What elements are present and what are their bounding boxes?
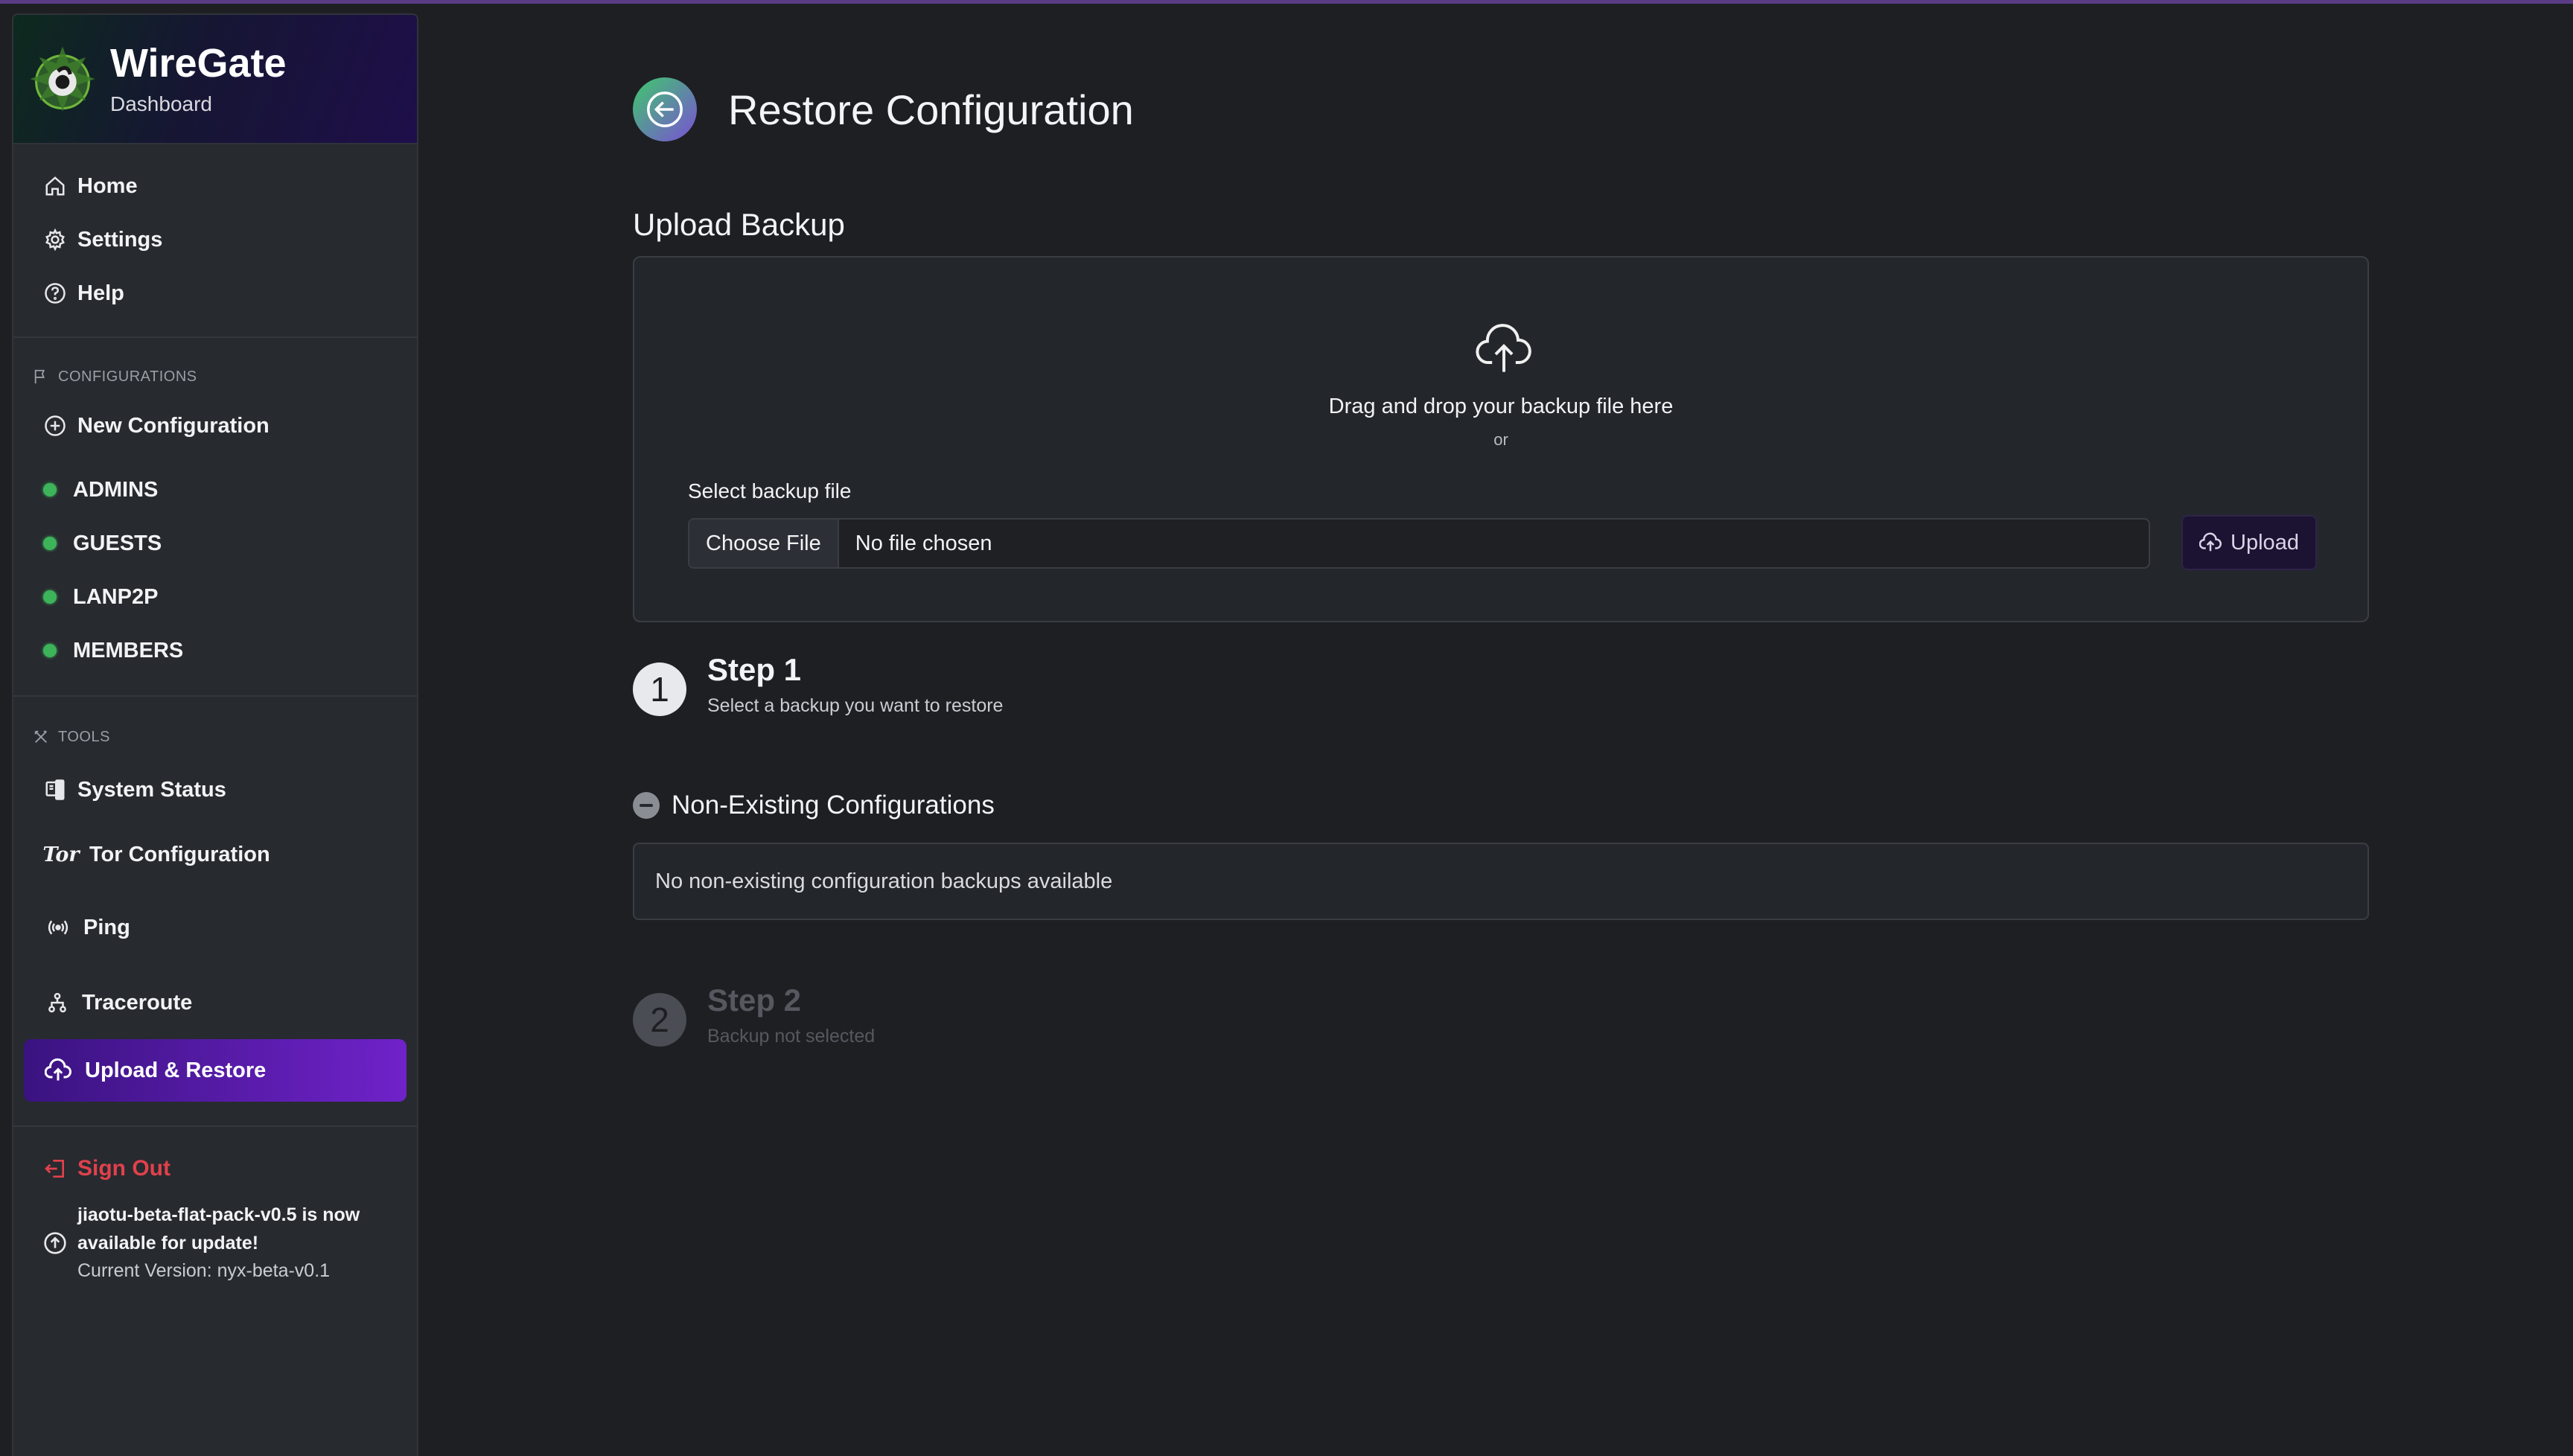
step-title: Step 1 <box>707 652 802 687</box>
page-header: Restore Configuration <box>633 77 1134 141</box>
sidebar-item-label: Settings <box>77 227 163 252</box>
sidebar-item-settings[interactable]: Settings <box>13 213 417 266</box>
gear-icon <box>43 228 67 252</box>
choose-file-button[interactable]: Choose File <box>689 520 839 567</box>
upload-backup-heading: Upload Backup <box>633 207 845 242</box>
sidebar: WireGate Dashboard Home Settings Help CO… <box>12 13 418 1456</box>
upload-button[interactable]: Upload <box>2181 515 2317 570</box>
arrow-up-circle-icon <box>44 1232 66 1254</box>
dropzone-text: Drag and drop your backup file here <box>1328 395 1674 418</box>
brand-header[interactable]: WireGate Dashboard <box>13 15 417 144</box>
sidebar-item-label: Help <box>77 281 124 305</box>
config-item-guests[interactable]: GUESTS <box>13 517 417 570</box>
step-subtitle: Backup not selected <box>707 1026 876 1047</box>
update-message-line1: jiaotu-beta-flat-pack-v0.5 is now <box>77 1204 360 1225</box>
sidebar-item-traceroute[interactable]: Traceroute <box>13 966 417 1039</box>
file-input-label: Select backup file <box>688 479 852 502</box>
config-item-members[interactable]: MEMBERS <box>13 624 417 677</box>
cloud-upload-icon <box>1476 320 1532 377</box>
sidebar-item-label: Home <box>77 173 138 198</box>
step-number: 1 <box>633 662 686 716</box>
upload-button-label: Upload <box>2231 530 2299 555</box>
flag-icon <box>34 369 45 384</box>
new-configuration-button[interactable]: New Configuration <box>13 399 417 453</box>
cloud-upload-icon <box>2199 532 2222 552</box>
home-icon <box>43 174 67 198</box>
non-existing-configurations-toggle[interactable]: Non-Existing Configurations <box>633 791 995 820</box>
step-number: 2 <box>633 993 686 1047</box>
sidebar-item-label: System Status <box>77 777 226 802</box>
config-item-lanp2p[interactable]: LANP2P <box>13 570 417 624</box>
sidebar-item-home[interactable]: Home <box>13 159 417 213</box>
broadcast-icon <box>43 916 73 939</box>
sidebar-item-help[interactable]: Help <box>13 266 417 320</box>
collapse-minus-icon <box>633 792 660 819</box>
sidebar-item-label: Tor Configuration <box>89 842 270 866</box>
step-1: 1 Step 1 Select a backup you want to res… <box>633 652 1003 717</box>
or-text: or <box>1493 430 1508 449</box>
tor-icon: Tor <box>42 843 80 866</box>
config-name: LANP2P <box>73 584 159 609</box>
upload-dropzone[interactable]: Drag and drop your backup file here or S… <box>633 256 2369 622</box>
status-dot <box>43 537 57 550</box>
config-name: ADMINS <box>73 477 159 502</box>
file-status: No file chosen <box>855 531 992 555</box>
sidebar-item-label: Traceroute <box>82 990 193 1015</box>
status-dot <box>43 644 57 657</box>
config-name: GUESTS <box>73 531 162 555</box>
non-existing-configurations-list: No non-existing configuration backups av… <box>633 843 2369 920</box>
sidebar-item-label: Ping <box>83 915 130 939</box>
status-dot <box>43 590 57 604</box>
sidebar-item-system-status[interactable]: System Status <box>13 759 417 820</box>
config-name: MEMBERS <box>73 638 184 662</box>
diagram-icon <box>43 991 71 1015</box>
cloud-upload-icon <box>45 1058 71 1081</box>
step-subtitle: Select a backup you want to restore <box>707 695 1004 716</box>
current-version: Current Version: nyx-beta-v0.1 <box>77 1260 331 1281</box>
sidebar-item-tor-configuration[interactable]: Tor Tor Configuration <box>13 820 417 889</box>
update-message-line2: available for update! <box>77 1232 259 1254</box>
sidebar-divider <box>13 1125 417 1127</box>
sign-out-button[interactable]: Sign Out <box>13 1142 417 1195</box>
empty-message: No non-existing configuration backups av… <box>655 869 1113 893</box>
sidebar-item-upload-restore[interactable]: Upload & Restore <box>24 1039 406 1102</box>
server-icon <box>43 778 67 802</box>
step-title: Step 2 <box>707 983 802 1018</box>
wiregate-logo-icon <box>30 46 95 112</box>
tools-icon <box>34 730 47 743</box>
configurations-section-header: CONFIGURATIONS <box>13 354 417 399</box>
top-accent-line <box>0 0 2573 4</box>
sign-out-icon <box>45 1160 64 1178</box>
page-title: Restore Configuration <box>728 86 1134 133</box>
plus-circle-icon <box>43 414 67 438</box>
update-notice[interactable]: jiaotu-beta-flat-pack-v0.5 is now availa… <box>13 1201 417 1286</box>
tools-section-header: TOOLS <box>13 715 417 759</box>
arrow-left-circle-icon <box>647 92 683 127</box>
backup-file-input[interactable]: Choose File No file chosen <box>688 518 2150 569</box>
back-button[interactable] <box>633 77 697 141</box>
sign-out-label: Sign Out <box>77 1156 170 1181</box>
brand-subtitle: Dashboard <box>110 92 212 115</box>
status-dot <box>43 483 57 496</box>
sidebar-item-ping[interactable]: Ping <box>13 889 417 966</box>
step-2: 2 Step 2 Backup not selected <box>633 983 875 1047</box>
sidebar-item-label: New Configuration <box>77 413 270 438</box>
brand-title: WireGate <box>110 41 287 86</box>
question-circle-icon <box>43 281 67 305</box>
section-heading: Non-Existing Configurations <box>672 791 995 820</box>
config-item-admins[interactable]: ADMINS <box>13 463 417 517</box>
sidebar-item-label: Upload & Restore <box>85 1058 267 1082</box>
